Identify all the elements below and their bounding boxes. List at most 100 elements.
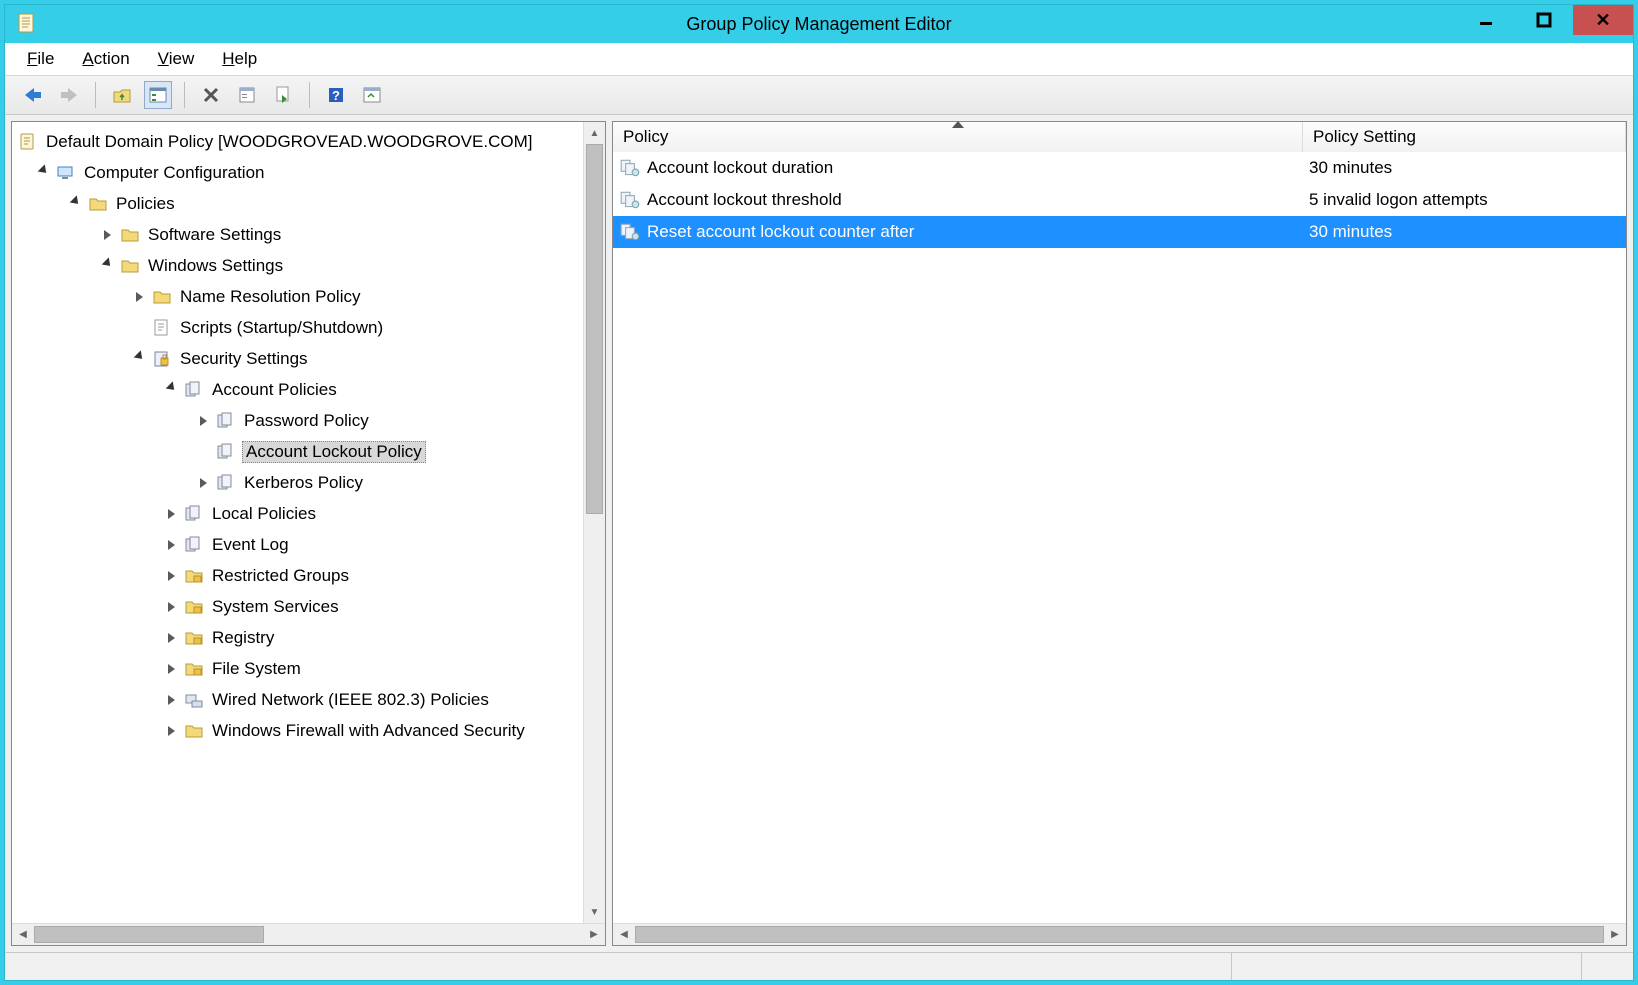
tree-horizontal-scrollbar[interactable]: ◀ ▶ xyxy=(12,923,605,945)
expander-icon[interactable] xyxy=(164,538,178,552)
expander-icon[interactable] xyxy=(196,476,210,490)
tree-item-wired-network[interactable]: Wired Network (IEEE 802.3) Policies xyxy=(18,684,583,715)
tree-item-computer-configuration[interactable]: Computer Configuration xyxy=(18,157,583,188)
toolbar-separator xyxy=(184,82,185,108)
folder-lock-icon xyxy=(184,597,204,617)
menu-view[interactable]: View xyxy=(158,49,195,69)
scroll-up-arrow[interactable]: ▲ xyxy=(584,122,605,144)
export-button[interactable] xyxy=(269,81,297,109)
status-cell xyxy=(1581,953,1633,980)
tree-item-policies[interactable]: Policies xyxy=(18,188,583,219)
tree-item-software-settings[interactable]: Software Settings xyxy=(18,219,583,250)
folder-lock-icon xyxy=(184,628,204,648)
folder-icon xyxy=(120,225,140,245)
folder-lock-icon xyxy=(184,566,204,586)
properties-button[interactable] xyxy=(233,81,261,109)
help-button[interactable]: ? xyxy=(322,81,350,109)
tree-item-password-policy[interactable]: Password Policy xyxy=(18,405,583,436)
show-hide-tree-button[interactable] xyxy=(144,81,172,109)
up-folder-button[interactable] xyxy=(108,81,136,109)
scroll-left-arrow[interactable]: ◀ xyxy=(12,924,34,945)
delete-button[interactable] xyxy=(197,81,225,109)
expander-icon[interactable] xyxy=(132,352,146,366)
security-icon xyxy=(152,349,172,369)
maximize-button[interactable] xyxy=(1515,5,1573,35)
app-icon xyxy=(17,13,37,35)
tree-item-account-policies[interactable]: Account Policies xyxy=(18,374,583,405)
expander-icon[interactable] xyxy=(164,631,178,645)
sort-ascending-icon xyxy=(952,121,964,128)
toolbar-separator xyxy=(309,82,310,108)
statusbar xyxy=(5,952,1633,980)
show-hide-action-pane-button[interactable] xyxy=(358,81,386,109)
expander-icon[interactable] xyxy=(132,290,146,304)
tree-item-windows-settings[interactable]: Windows Settings xyxy=(18,250,583,281)
policy-group-icon xyxy=(184,535,204,555)
list-horizontal-scrollbar[interactable]: ◀ ▶ xyxy=(613,923,1626,945)
tree-item-name-resolution[interactable]: Name Resolution Policy xyxy=(18,281,583,312)
expander-icon[interactable] xyxy=(164,569,178,583)
expander-icon[interactable] xyxy=(164,600,178,614)
window-controls: ✕ xyxy=(1457,5,1633,35)
tree-item-scripts[interactable]: Scripts (Startup/Shutdown) xyxy=(18,312,583,343)
list-row[interactable]: Account lockout threshold 5 invalid logo… xyxy=(613,184,1626,216)
folder-icon xyxy=(184,721,204,741)
tree-item-security-settings[interactable]: Security Settings xyxy=(18,343,583,374)
policy-list-pane: Policy Policy Setting Account lockout du… xyxy=(612,121,1627,946)
expander-icon[interactable] xyxy=(196,414,210,428)
tree-item-system-services[interactable]: System Services xyxy=(18,591,583,622)
tree-item-local-policies[interactable]: Local Policies xyxy=(18,498,583,529)
list-body[interactable]: Account lockout duration 30 minutes Acco… xyxy=(613,152,1626,923)
menu-file[interactable]: File xyxy=(27,49,54,69)
close-button[interactable]: ✕ xyxy=(1573,5,1633,35)
scroll-right-arrow[interactable]: ▶ xyxy=(1604,924,1626,945)
tree-item-kerberos-policy[interactable]: Kerberos Policy xyxy=(18,467,583,498)
folder-icon xyxy=(88,194,108,214)
tree-item-root[interactable]: Default Domain Policy [WOODGROVEAD.WOODG… xyxy=(18,126,583,157)
expander-icon[interactable] xyxy=(100,259,114,273)
policy-item-icon xyxy=(619,189,641,211)
scroll-down-arrow[interactable]: ▼ xyxy=(584,901,605,923)
expander-icon[interactable] xyxy=(164,662,178,676)
expander-icon[interactable] xyxy=(164,383,178,397)
scroll-thumb[interactable] xyxy=(586,144,603,514)
tree-item-event-log[interactable]: Event Log xyxy=(18,529,583,560)
tree-item-file-system[interactable]: File System xyxy=(18,653,583,684)
tree-item-windows-firewall[interactable]: Windows Firewall with Advanced Security xyxy=(18,715,583,746)
column-header-policy[interactable]: Policy xyxy=(613,122,1303,152)
policy-icon xyxy=(216,411,236,431)
back-button[interactable] xyxy=(19,81,47,109)
tree-item-restricted-groups[interactable]: Restricted Groups xyxy=(18,560,583,591)
expander-icon xyxy=(132,321,146,335)
policy-group-icon xyxy=(184,380,204,400)
scroll-right-arrow[interactable]: ▶ xyxy=(583,924,605,945)
tree-vertical-scrollbar[interactable]: ▲ ▼ xyxy=(583,122,605,923)
policy-icon xyxy=(216,473,236,493)
scroll-thumb[interactable] xyxy=(635,926,1604,943)
tree-item-account-lockout-policy[interactable]: Account Lockout Policy xyxy=(18,436,583,467)
titlebar[interactable]: Group Policy Management Editor ✕ xyxy=(5,5,1633,43)
expander-icon[interactable] xyxy=(164,693,178,707)
list-header: Policy Policy Setting xyxy=(613,122,1626,152)
column-header-setting[interactable]: Policy Setting xyxy=(1303,122,1626,152)
scroll-icon xyxy=(18,132,38,152)
tree-item-registry[interactable]: Registry xyxy=(18,622,583,653)
scroll-thumb[interactable] xyxy=(34,926,264,943)
list-row[interactable]: Account lockout duration 30 minutes xyxy=(613,152,1626,184)
menu-help[interactable]: Help xyxy=(222,49,257,69)
scroll-left-arrow[interactable]: ◀ xyxy=(613,924,635,945)
minimize-button[interactable] xyxy=(1457,5,1515,35)
folder-icon xyxy=(152,287,172,307)
expander-icon[interactable] xyxy=(100,228,114,242)
expander-icon[interactable] xyxy=(68,197,82,211)
expander-icon[interactable] xyxy=(164,724,178,738)
expander-icon[interactable] xyxy=(36,166,50,180)
svg-text:?: ? xyxy=(332,88,340,103)
toolbar-separator xyxy=(95,82,96,108)
menu-action[interactable]: Action xyxy=(82,49,129,69)
expander-icon[interactable] xyxy=(164,507,178,521)
forward-button[interactable] xyxy=(55,81,83,109)
list-row[interactable]: Reset account lockout counter after 30 m… xyxy=(613,216,1626,248)
script-icon xyxy=(152,318,172,338)
policy-tree[interactable]: Default Domain Policy [WOODGROVEAD.WOODG… xyxy=(12,122,583,923)
